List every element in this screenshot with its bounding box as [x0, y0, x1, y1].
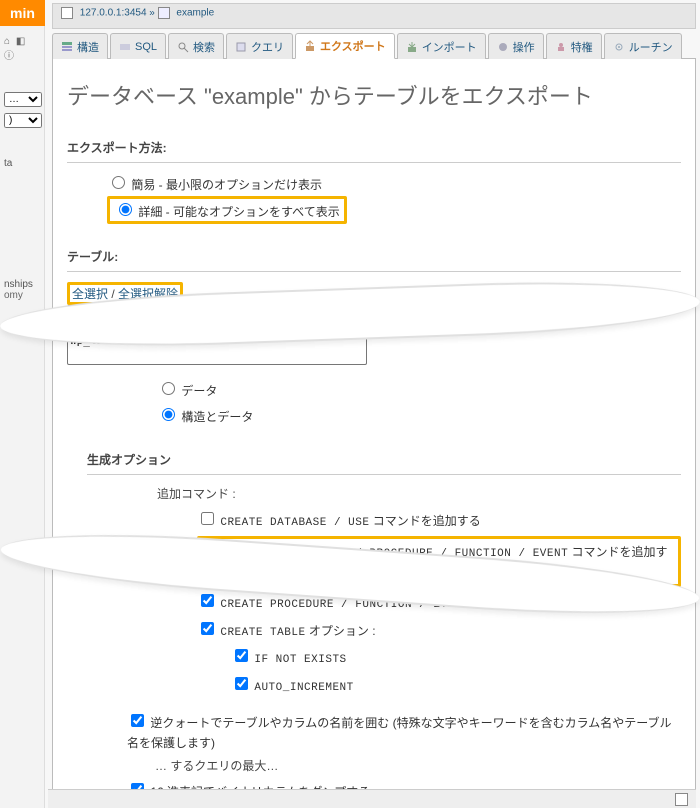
radio-quick-label[interactable]: 簡易 - 最小限のオプションだけ表示	[107, 178, 322, 192]
sql-icon[interactable]: ◧	[16, 36, 25, 47]
footer-bar	[48, 789, 696, 808]
cb-auto-inc[interactable]	[235, 677, 248, 690]
search-icon	[177, 41, 189, 53]
breadcrumb-host[interactable]: 127.0.0.1:3454	[80, 8, 147, 19]
tab-sql[interactable]: SQL	[110, 33, 166, 59]
breadcrumb-db[interactable]: example	[176, 8, 214, 19]
section-generation: 生成オプション	[87, 451, 681, 468]
export-icon	[304, 40, 316, 52]
cb-if-not-exists[interactable]	[235, 649, 248, 662]
server-select[interactable]: …	[4, 92, 42, 107]
sidebar: min ⌂ ◧ ⓘ … ) ta nships omy	[0, 0, 45, 808]
link-select-all[interactable]: 全選択	[72, 287, 108, 301]
radio-data[interactable]	[162, 382, 175, 395]
text-max-rows: … するクエリの最大…	[155, 757, 681, 776]
radio-struct-data[interactable]	[162, 408, 175, 421]
section-tables: テーブル:	[67, 248, 681, 265]
tab-import[interactable]: インポート	[397, 33, 486, 59]
tab-routines[interactable]: ルーチン	[604, 33, 682, 59]
home-icon[interactable]: ⌂	[4, 36, 10, 47]
database-icon	[158, 7, 170, 19]
radio-data-label[interactable]: データ	[157, 384, 217, 398]
cb-auto-inc-label[interactable]: AUTO_INCREMENT	[231, 679, 354, 693]
section-export-method: エクスポート方法:	[67, 139, 681, 156]
side-text-ta: ta	[4, 158, 40, 169]
side-text-nships: nships	[4, 279, 40, 290]
radio-custom-label[interactable]: 詳細 - 可能なオプションをすべて表示	[114, 205, 340, 219]
side-text-omy: omy	[4, 290, 40, 301]
breadcrumb-sep: »	[149, 8, 155, 19]
gear-icon	[497, 41, 509, 53]
tab-privileges[interactable]: 特権	[546, 33, 602, 59]
db-select[interactable]: )	[4, 113, 42, 128]
routines-icon	[613, 41, 625, 53]
structure-icon	[61, 41, 73, 53]
cb-enclose-label[interactable]: 逆クォートでテーブルやカラムの名前を囲む (特殊な文字やキーワードを含むカラム名…	[127, 716, 672, 749]
server-icon	[61, 7, 73, 19]
import-icon	[406, 41, 418, 53]
tab-structure[interactable]: 構造	[52, 33, 108, 59]
tab-search[interactable]: 検索	[168, 33, 224, 59]
sql-icon	[119, 41, 131, 53]
radio-custom[interactable]	[119, 203, 132, 216]
cb-create-table-label[interactable]: CREATE TABLE オプション :	[197, 624, 376, 638]
cb-enclose[interactable]	[131, 714, 144, 727]
radio-quick[interactable]	[112, 176, 125, 189]
footer-toggle-icon[interactable]	[675, 793, 688, 806]
privileges-icon	[555, 41, 567, 53]
tab-export[interactable]: エクスポート	[295, 33, 395, 59]
app-logo: min	[0, 0, 45, 26]
cb-create-db-label[interactable]: CREATE DATABASE / USE コマンドを追加する	[197, 514, 481, 528]
tab-operations[interactable]: 操作	[488, 33, 544, 59]
breadcrumb: 127.0.0.1:3454 » example	[52, 3, 696, 29]
radio-struct-data-label[interactable]: 構造とデータ	[157, 410, 253, 424]
query-icon	[235, 41, 247, 53]
page-title: データベース "example" からテーブルをエクスポート	[67, 79, 681, 111]
help-icon[interactable]: ⓘ	[4, 51, 14, 62]
content: データベース "example" からテーブルをエクスポート エクスポート方法:…	[52, 59, 696, 808]
tab-query[interactable]: クエリ	[226, 33, 293, 59]
cb-create-db[interactable]	[201, 512, 214, 525]
label-add-command: 追加コマンド :	[157, 485, 681, 504]
cb-if-not-exists-label[interactable]: IF NOT EXISTS	[231, 651, 347, 665]
cb-create-table[interactable]	[201, 622, 214, 635]
cb-create-proc[interactable]	[201, 594, 214, 607]
tab-bar: 構造 SQL 検索 クエリ エクスポート インポート 操作 特権 ルーチン	[52, 33, 696, 59]
